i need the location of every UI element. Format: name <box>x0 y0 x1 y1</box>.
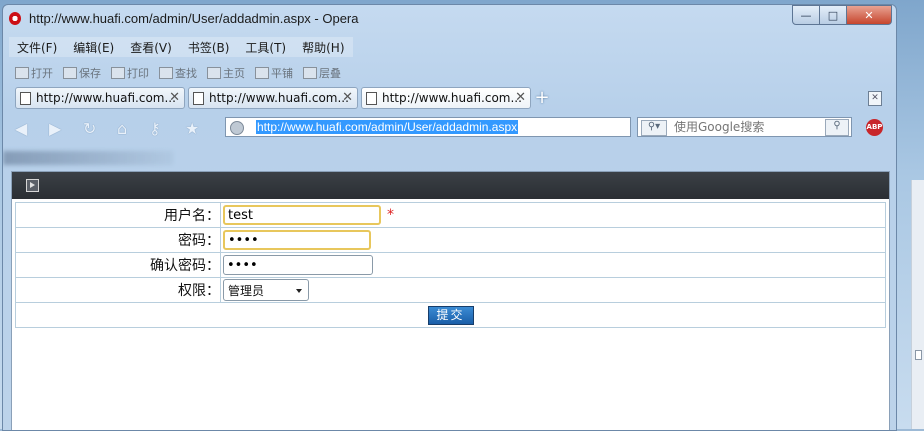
new-tab-plus-icon[interactable]: + <box>534 87 550 109</box>
toolbar-save[interactable]: 保存 <box>63 63 101 83</box>
submit-row: 提交 <box>15 302 886 328</box>
username-input[interactable] <box>223 205 381 225</box>
close-tab-icon[interactable]: ✕ <box>515 90 526 105</box>
close-tab-icon[interactable]: ✕ <box>342 90 353 105</box>
back-arrow-icon[interactable]: ◀ <box>15 119 27 138</box>
page-icon <box>20 91 31 105</box>
toolbar: 打开 保存 打印 查找 主页 平铺 层叠 <box>15 63 341 83</box>
tab-3-active[interactable]: http://www.huafi.com... ✕ <box>361 87 531 109</box>
maximize-button[interactable]: □ <box>819 5 847 25</box>
toolbar-tile[interactable]: 平铺 <box>255 63 293 83</box>
content-header-bar <box>12 172 889 199</box>
tab-strip: http://www.huafi.com... ✕ http://www.huaf… <box>15 87 550 111</box>
menu-bar: 文件(F) 编辑(E) 查看(V) 书签(B) 工具(T) 帮助(H) <box>9 37 353 57</box>
menu-help[interactable]: 帮助(H) <box>294 37 352 57</box>
password-row: 密码： <box>15 227 886 253</box>
role-row: 权限： 管理员 <box>15 277 886 303</box>
username-row: 用户名： * <box>15 202 886 228</box>
menu-file[interactable]: 文件(F) <box>9 37 65 57</box>
role-select[interactable]: 管理员 <box>223 279 309 301</box>
toolbar-home[interactable]: 主页 <box>207 63 245 83</box>
menu-view[interactable]: 查看(V) <box>122 37 180 57</box>
folder-icon <box>15 67 29 79</box>
search-engine-icon[interactable]: ⚲▾ <box>641 120 667 136</box>
address-bar[interactable]: http://www.huafi.com/admin/User/addadmin… <box>225 117 631 137</box>
globe-icon <box>230 121 244 135</box>
password-label: 密码： <box>15 227 221 253</box>
window-title: http://www.huafi.com/admin/User/addadmin… <box>29 11 359 26</box>
close-tab-icon[interactable]: ✕ <box>169 90 180 105</box>
reload-icon[interactable]: ↻ <box>83 119 96 138</box>
tile-icon <box>255 67 269 79</box>
opera-logo-icon <box>9 12 21 25</box>
search-box[interactable]: ⚲▾ ⚲ <box>637 117 852 137</box>
confirm-password-label: 确认密码： <box>15 252 221 278</box>
address-url[interactable]: http://www.huafi.com/admin/User/addadmin… <box>256 120 519 134</box>
password-input[interactable] <box>223 230 371 250</box>
page-content: 用户名： * 密码： 确认密码： 权限： 管理员 提交 <box>11 171 890 430</box>
search-go-icon[interactable]: ⚲ <box>825 119 849 136</box>
forward-arrow-icon[interactable]: ▶ <box>49 119 61 138</box>
blurred-background-text <box>3 151 173 165</box>
title-bar: http://www.huafi.com/admin/User/addadmin… <box>3 5 896 31</box>
printer-icon <box>111 67 125 79</box>
cascade-icon <box>303 67 317 79</box>
minimize-button[interactable]: — <box>792 5 820 25</box>
confirm-password-row: 确认密码： <box>15 252 886 278</box>
toolbar-cascade[interactable]: 层叠 <box>303 63 341 83</box>
trash-icon[interactable]: ✕ <box>868 91 882 106</box>
menu-bookmarks[interactable]: 书签(B) <box>180 37 238 57</box>
adblock-icon[interactable]: ABP <box>866 119 883 136</box>
confirm-password-input[interactable] <box>223 255 373 275</box>
required-mark: * <box>387 206 394 223</box>
key-icon[interactable]: ⚷ <box>149 119 161 138</box>
save-icon <box>63 67 77 79</box>
menu-tools[interactable]: 工具(T) <box>237 37 294 57</box>
menu-edit[interactable]: 编辑(E) <box>65 37 122 57</box>
role-label: 权限： <box>15 277 221 303</box>
add-admin-form: 用户名： * 密码： 确认密码： 权限： 管理员 提交 <box>15 202 886 328</box>
home-icon <box>207 67 221 79</box>
browser-window: http://www.huafi.com/admin/User/addadmin… <box>2 4 897 431</box>
page-icon <box>366 91 377 105</box>
username-label: 用户名： <box>15 202 221 228</box>
tab-2[interactable]: http://www.huafi.com... ✕ <box>188 87 358 109</box>
toolbar-open[interactable]: 打开 <box>15 63 53 83</box>
toolbar-print[interactable]: 打印 <box>111 63 149 83</box>
toolbar-find[interactable]: 查找 <box>159 63 197 83</box>
close-button[interactable]: ✕ <box>846 5 892 25</box>
page-icon <box>193 91 204 105</box>
navigation-bar: ◀ ▶ ↻ ⌂ ⚷ ★ http://www.huafi.com/admin/U… <box>3 115 896 141</box>
search-input[interactable] <box>674 119 824 135</box>
search-icon <box>159 67 173 79</box>
play-icon <box>26 179 39 192</box>
home-icon[interactable]: ⌂ <box>117 119 127 138</box>
background-scrollbar <box>911 180 924 429</box>
bookmark-star-icon[interactable]: ★ <box>185 119 199 138</box>
tab-1[interactable]: http://www.huafi.com... ✕ <box>15 87 185 109</box>
submit-button[interactable]: 提交 <box>427 305 474 325</box>
